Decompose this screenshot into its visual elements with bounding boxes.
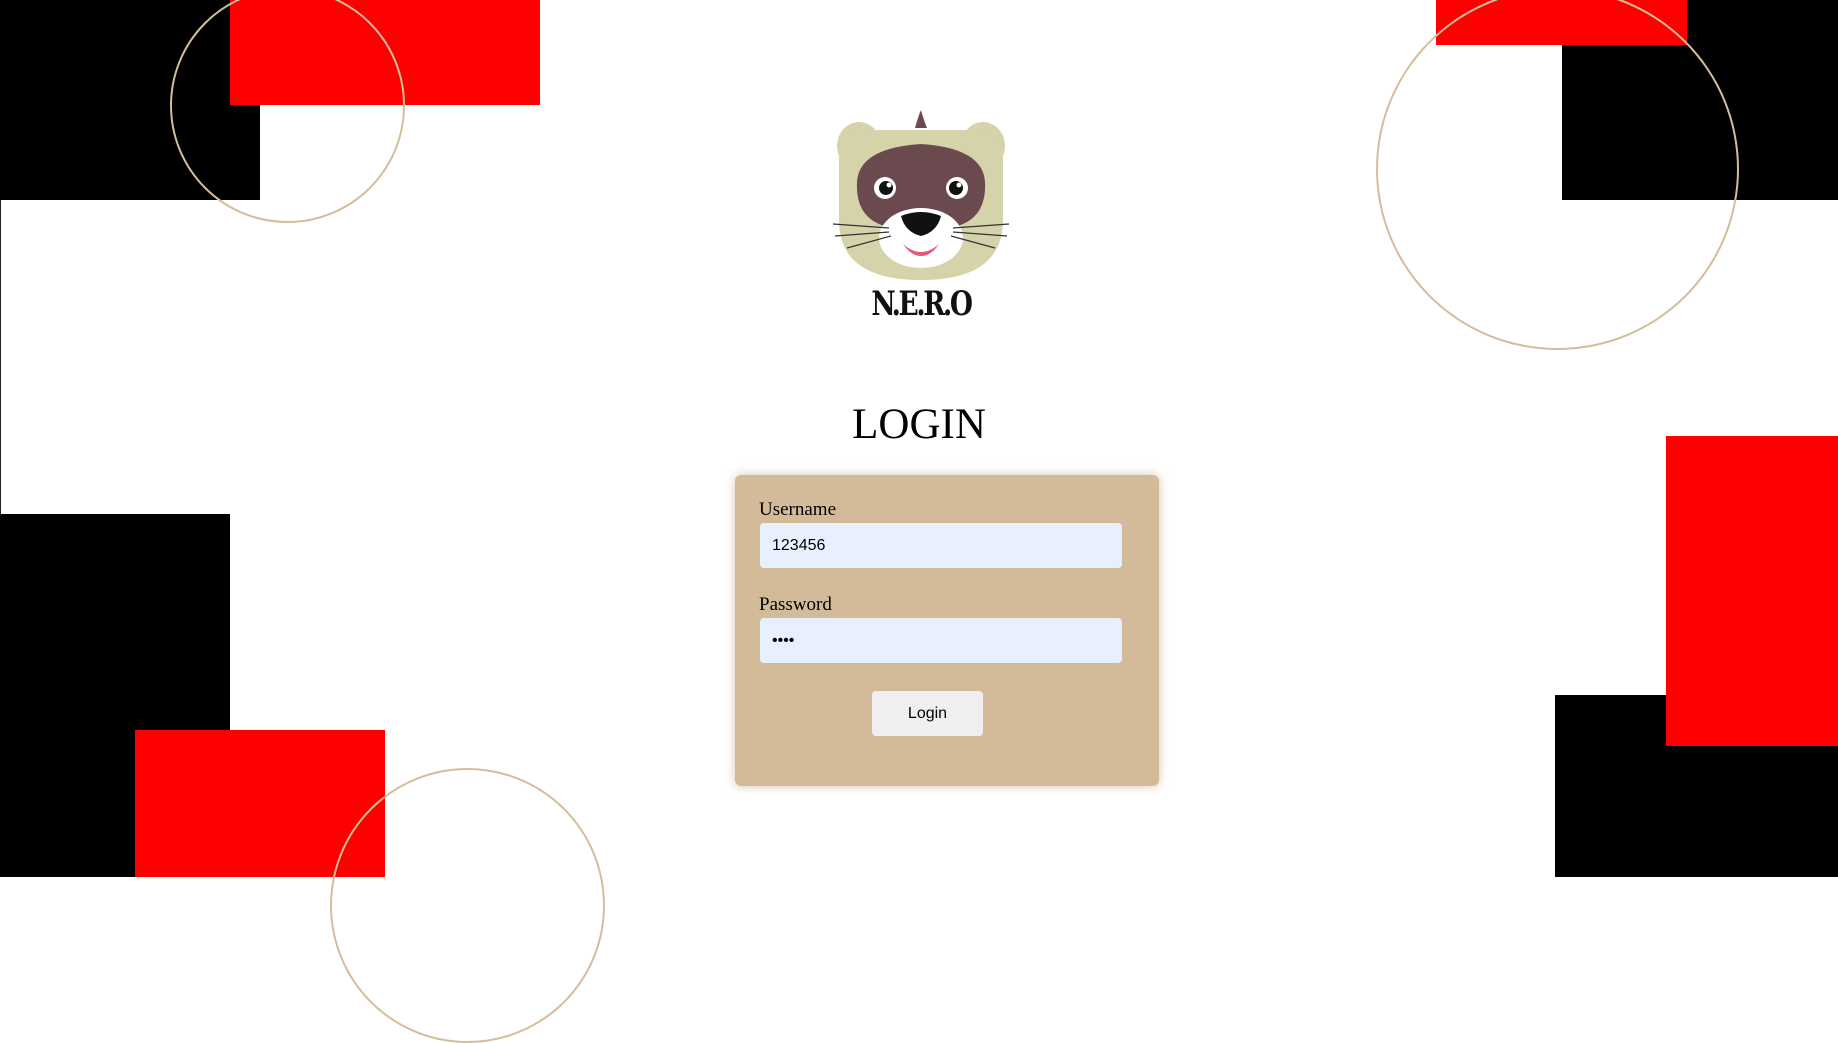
login-button[interactable]: Login (872, 691, 983, 736)
decor-ring-top-left (170, 0, 405, 223)
username-label: Username (759, 499, 837, 520)
username-input[interactable] (760, 523, 1122, 568)
decor-left-edge-line (0, 200, 1, 515)
password-label: Password (759, 594, 832, 615)
password-input[interactable] (760, 618, 1122, 663)
decor-ring-top-right (1376, 0, 1739, 350)
brand-name: N.E.R.O (871, 284, 973, 324)
login-form-card: Username Password Login (735, 475, 1159, 786)
decor-ring-bottom-left (330, 768, 605, 1043)
login-title: LOGIN (852, 401, 986, 448)
decor-red-block-bottom-right (1666, 436, 1838, 746)
